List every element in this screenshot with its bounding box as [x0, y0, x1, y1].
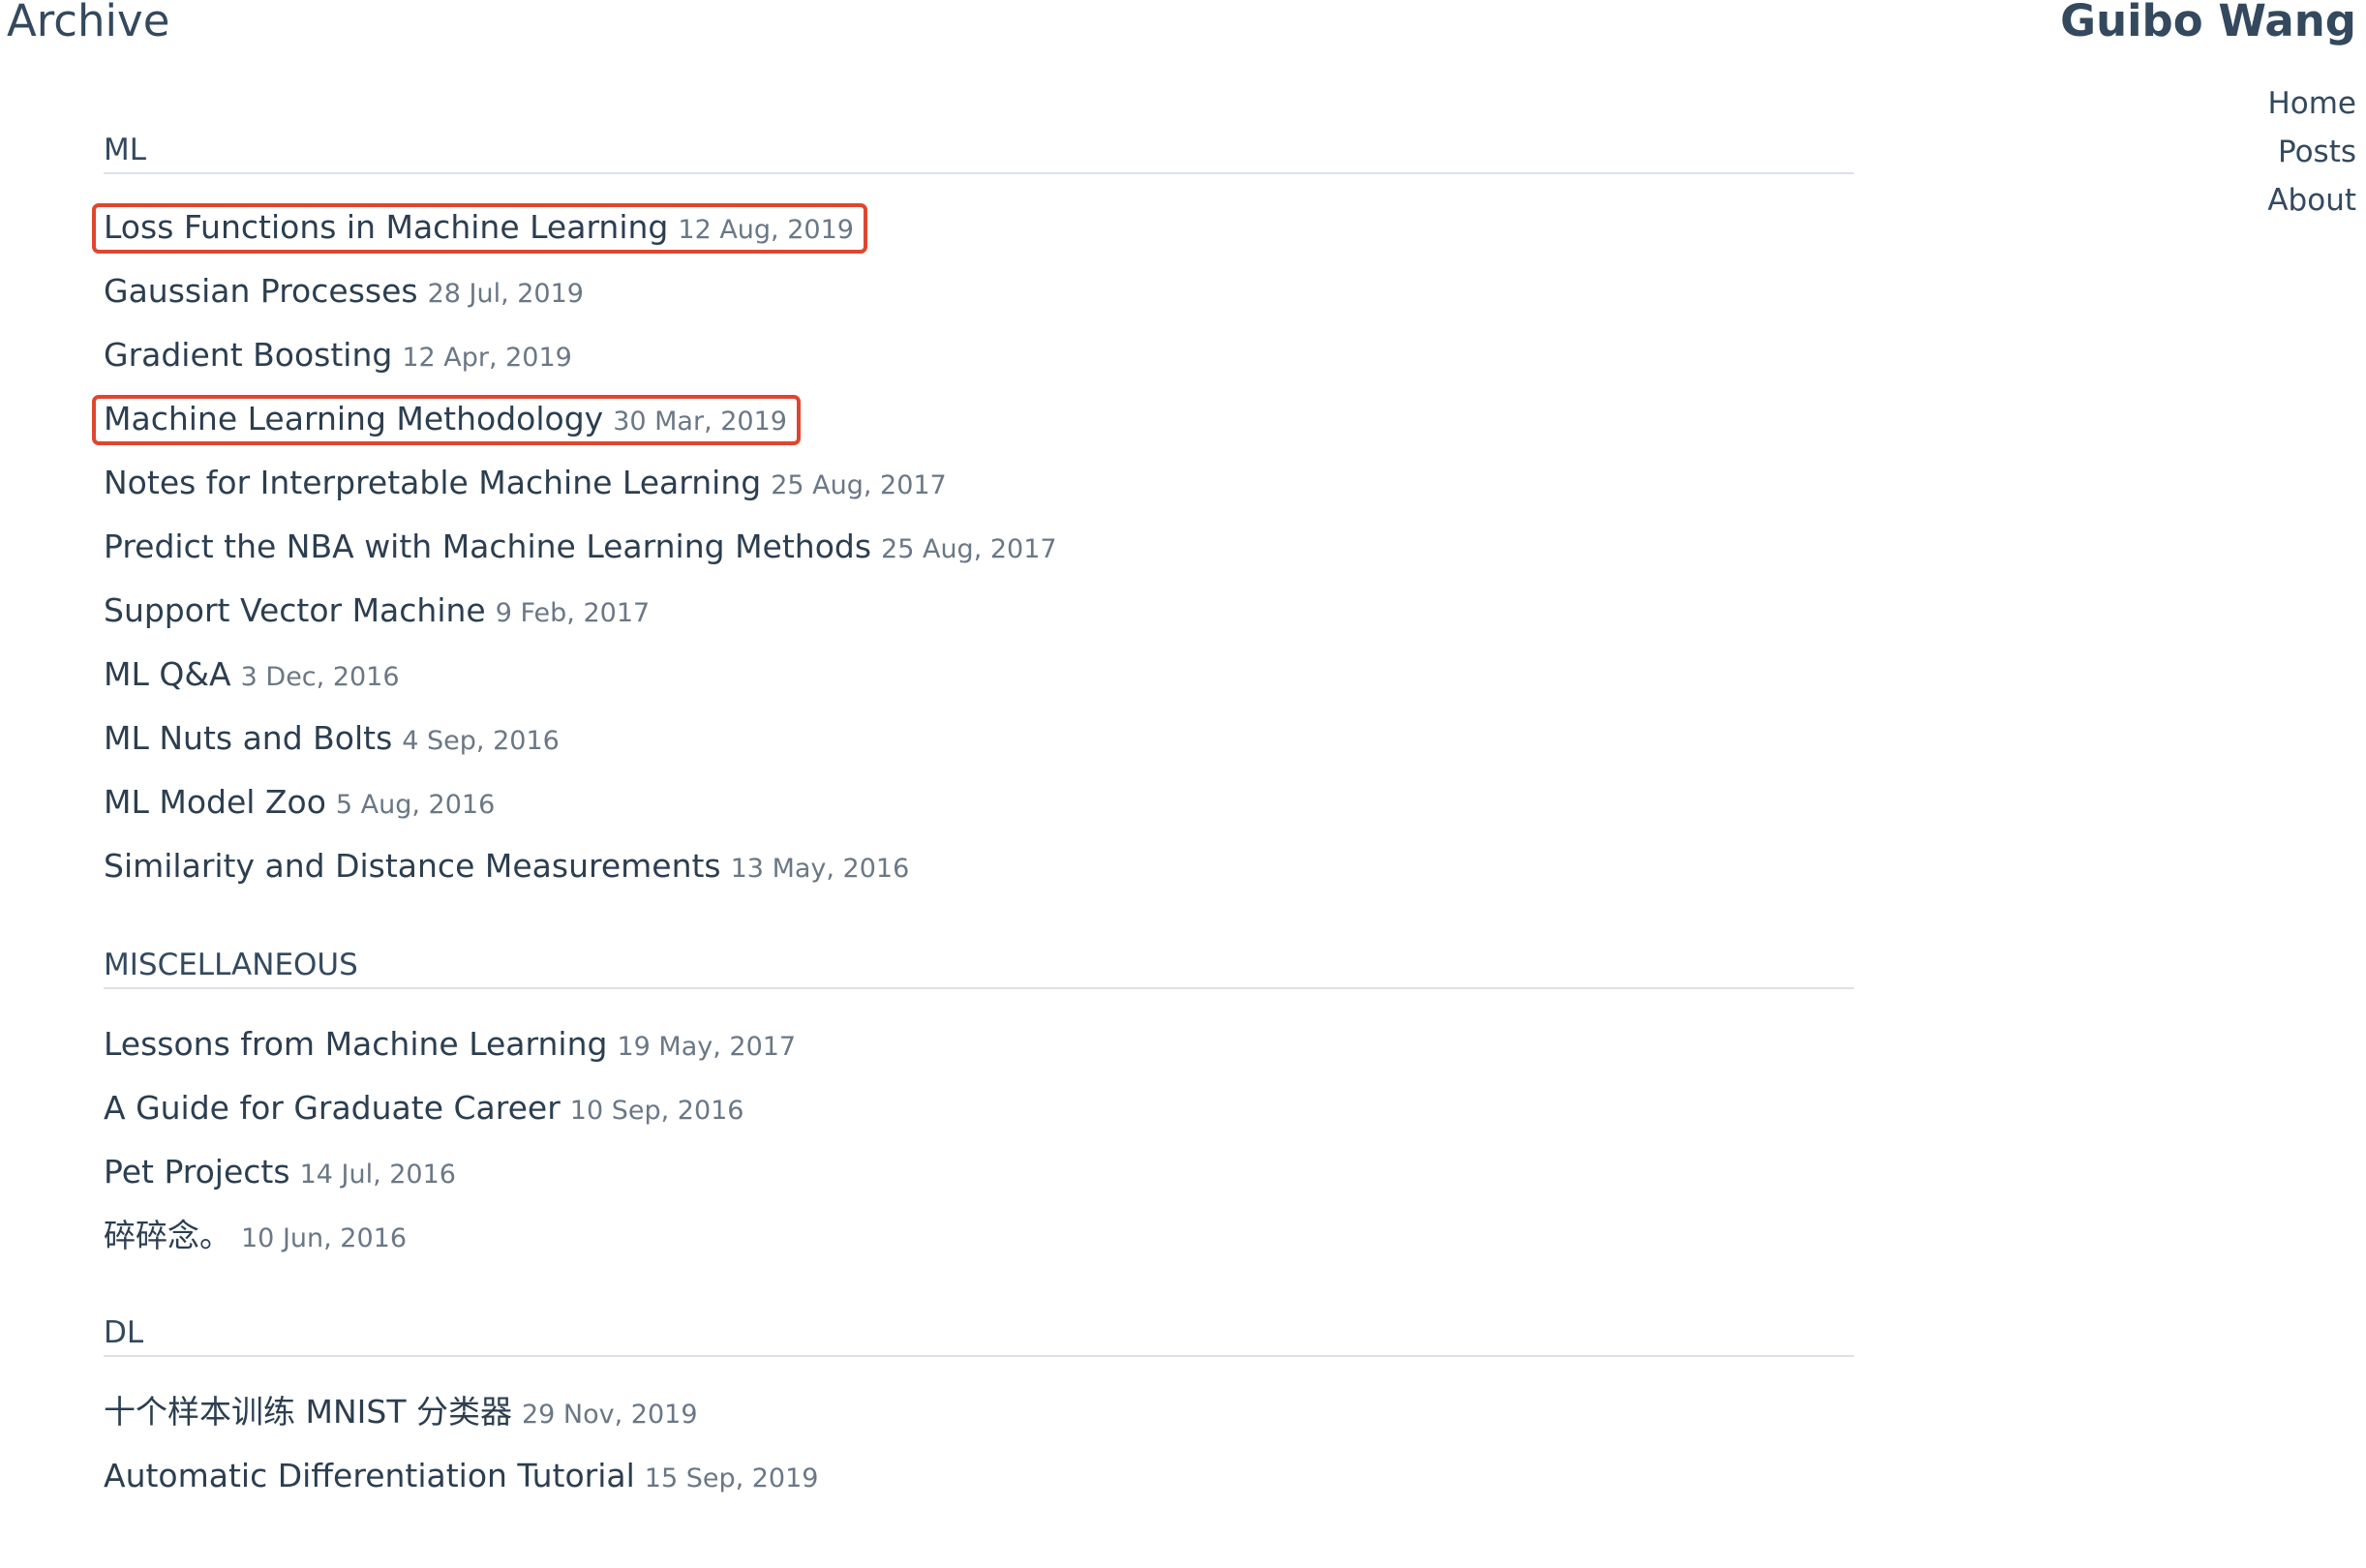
archive-content: ML Loss Functions in Machine Learning 12 …: [92, 128, 1854, 1508]
post-date: 12 Aug, 2019: [678, 215, 854, 245]
post-date: 5 Aug, 2016: [335, 790, 496, 820]
post-date: 29 Nov, 2019: [521, 1400, 698, 1430]
section-dl: DL 十个样本训练 MNIST 分类器 29 Nov, 2019 Automati…: [104, 1311, 1854, 1508]
nav-about[interactable]: About: [2267, 176, 2356, 225]
list-item: ML Q&A 3 Dec, 2016: [104, 643, 1854, 707]
post-date: 19 May, 2017: [617, 1032, 797, 1062]
section-title: ML: [104, 128, 1854, 174]
post-link[interactable]: Similarity and Distance Measurements: [104, 847, 721, 885]
list-item: Similarity and Distance Measurements 13 M…: [104, 834, 1854, 898]
section-title: MISCELLANEOUS: [104, 943, 1854, 989]
post-date: 12 Apr, 2019: [402, 343, 572, 373]
highlighted-entry: Loss Functions in Machine Learning 12 Aug…: [104, 196, 854, 265]
list-item: Gaussian Processes 28 Jul, 2019: [104, 259, 1854, 323]
post-link[interactable]: ML Nuts and Bolts: [104, 719, 392, 757]
nav-home[interactable]: Home: [2267, 79, 2356, 128]
list-item: Automatic Differentiation Tutorial 15 Sep…: [104, 1444, 1854, 1508]
post-date: 25 Aug, 2017: [771, 470, 947, 500]
post-link[interactable]: Support Vector Machine: [104, 591, 486, 629]
section-miscellaneous: MISCELLANEOUS Lessons from Machine Learn…: [104, 943, 1854, 1268]
post-date: 4 Sep, 2016: [402, 726, 560, 756]
post-date: 10 Jun, 2016: [241, 1223, 408, 1253]
post-date: 14 Jul, 2016: [299, 1160, 456, 1190]
post-date: 9 Feb, 2017: [495, 598, 651, 628]
post-link[interactable]: ML Q&A: [104, 655, 231, 693]
post-link[interactable]: Notes for Interpretable Machine Learning: [104, 464, 761, 501]
highlighted-entry: Machine Learning Methodology 30 Mar, 2019: [104, 387, 787, 457]
list-item: Notes for Interpretable Machine Learning…: [104, 451, 1854, 515]
post-date: 13 May, 2016: [730, 854, 910, 884]
post-list: Lessons from Machine Learning 19 May, 201…: [104, 1012, 1854, 1268]
post-list: Loss Functions in Machine Learning 12 Aug…: [92, 196, 1854, 898]
list-item: ML Model Zoo 5 Aug, 2016: [104, 770, 1854, 834]
main-nav: Home Posts About: [2267, 79, 2356, 225]
site-name-link[interactable]: Guibo Wang: [2060, 0, 2356, 48]
post-list: 十个样本训练 MNIST 分类器 29 Nov, 2019 Automatic D…: [104, 1380, 1854, 1508]
list-item: Machine Learning Methodology 30 Mar, 2019: [92, 387, 1854, 451]
section-ml: ML Loss Functions in Machine Learning 12 …: [92, 128, 1854, 898]
post-date: 15 Sep, 2019: [644, 1463, 819, 1493]
archive-page: Archive Guibo Wang Home Posts About ML L…: [0, 0, 2366, 1568]
list-item: Predict the NBA with Machine Learning Me…: [104, 515, 1854, 579]
list-item: 碎碎念。 10 Jun, 2016: [104, 1204, 1854, 1268]
post-date: 30 Mar, 2019: [613, 407, 787, 437]
post-link[interactable]: Lessons from Machine Learning: [104, 1025, 607, 1063]
list-item: Pet Projects 14 Jul, 2016: [104, 1140, 1854, 1204]
list-item: Lessons from Machine Learning 19 May, 201…: [104, 1012, 1854, 1076]
post-link[interactable]: Automatic Differentiation Tutorial: [104, 1457, 635, 1494]
list-item: 十个样本训练 MNIST 分类器 29 Nov, 2019: [104, 1380, 1854, 1444]
post-link[interactable]: Loss Functions in Machine Learning: [104, 208, 668, 246]
list-item: Loss Functions in Machine Learning 12 Aug…: [92, 196, 1854, 259]
post-link[interactable]: Gaussian Processes: [104, 272, 418, 310]
post-date: 3 Dec, 2016: [240, 662, 400, 692]
post-link[interactable]: 十个样本训练 MNIST 分类器: [104, 1393, 512, 1431]
post-link[interactable]: Machine Learning Methodology: [104, 400, 603, 437]
post-link[interactable]: ML Model Zoo: [104, 783, 326, 821]
list-item: A Guide for Graduate Career 10 Sep, 2016: [104, 1076, 1854, 1140]
post-date: 25 Aug, 2017: [881, 534, 1057, 564]
post-date: 10 Sep, 2016: [569, 1096, 744, 1126]
page-title: Archive: [7, 0, 170, 46]
post-link[interactable]: Pet Projects: [104, 1153, 290, 1191]
post-link[interactable]: 碎碎念。: [104, 1217, 231, 1254]
post-date: 28 Jul, 2019: [427, 279, 584, 309]
list-item: Gradient Boosting 12 Apr, 2019: [104, 323, 1854, 387]
post-link[interactable]: A Guide for Graduate Career: [104, 1089, 561, 1127]
section-title: DL: [104, 1311, 1854, 1357]
list-item: Support Vector Machine 9 Feb, 2017: [104, 579, 1854, 643]
post-link[interactable]: Predict the NBA with Machine Learning Me…: [104, 528, 871, 565]
post-link[interactable]: Gradient Boosting: [104, 336, 392, 374]
nav-posts[interactable]: Posts: [2267, 128, 2356, 176]
list-item: ML Nuts and Bolts 4 Sep, 2016: [104, 707, 1854, 770]
